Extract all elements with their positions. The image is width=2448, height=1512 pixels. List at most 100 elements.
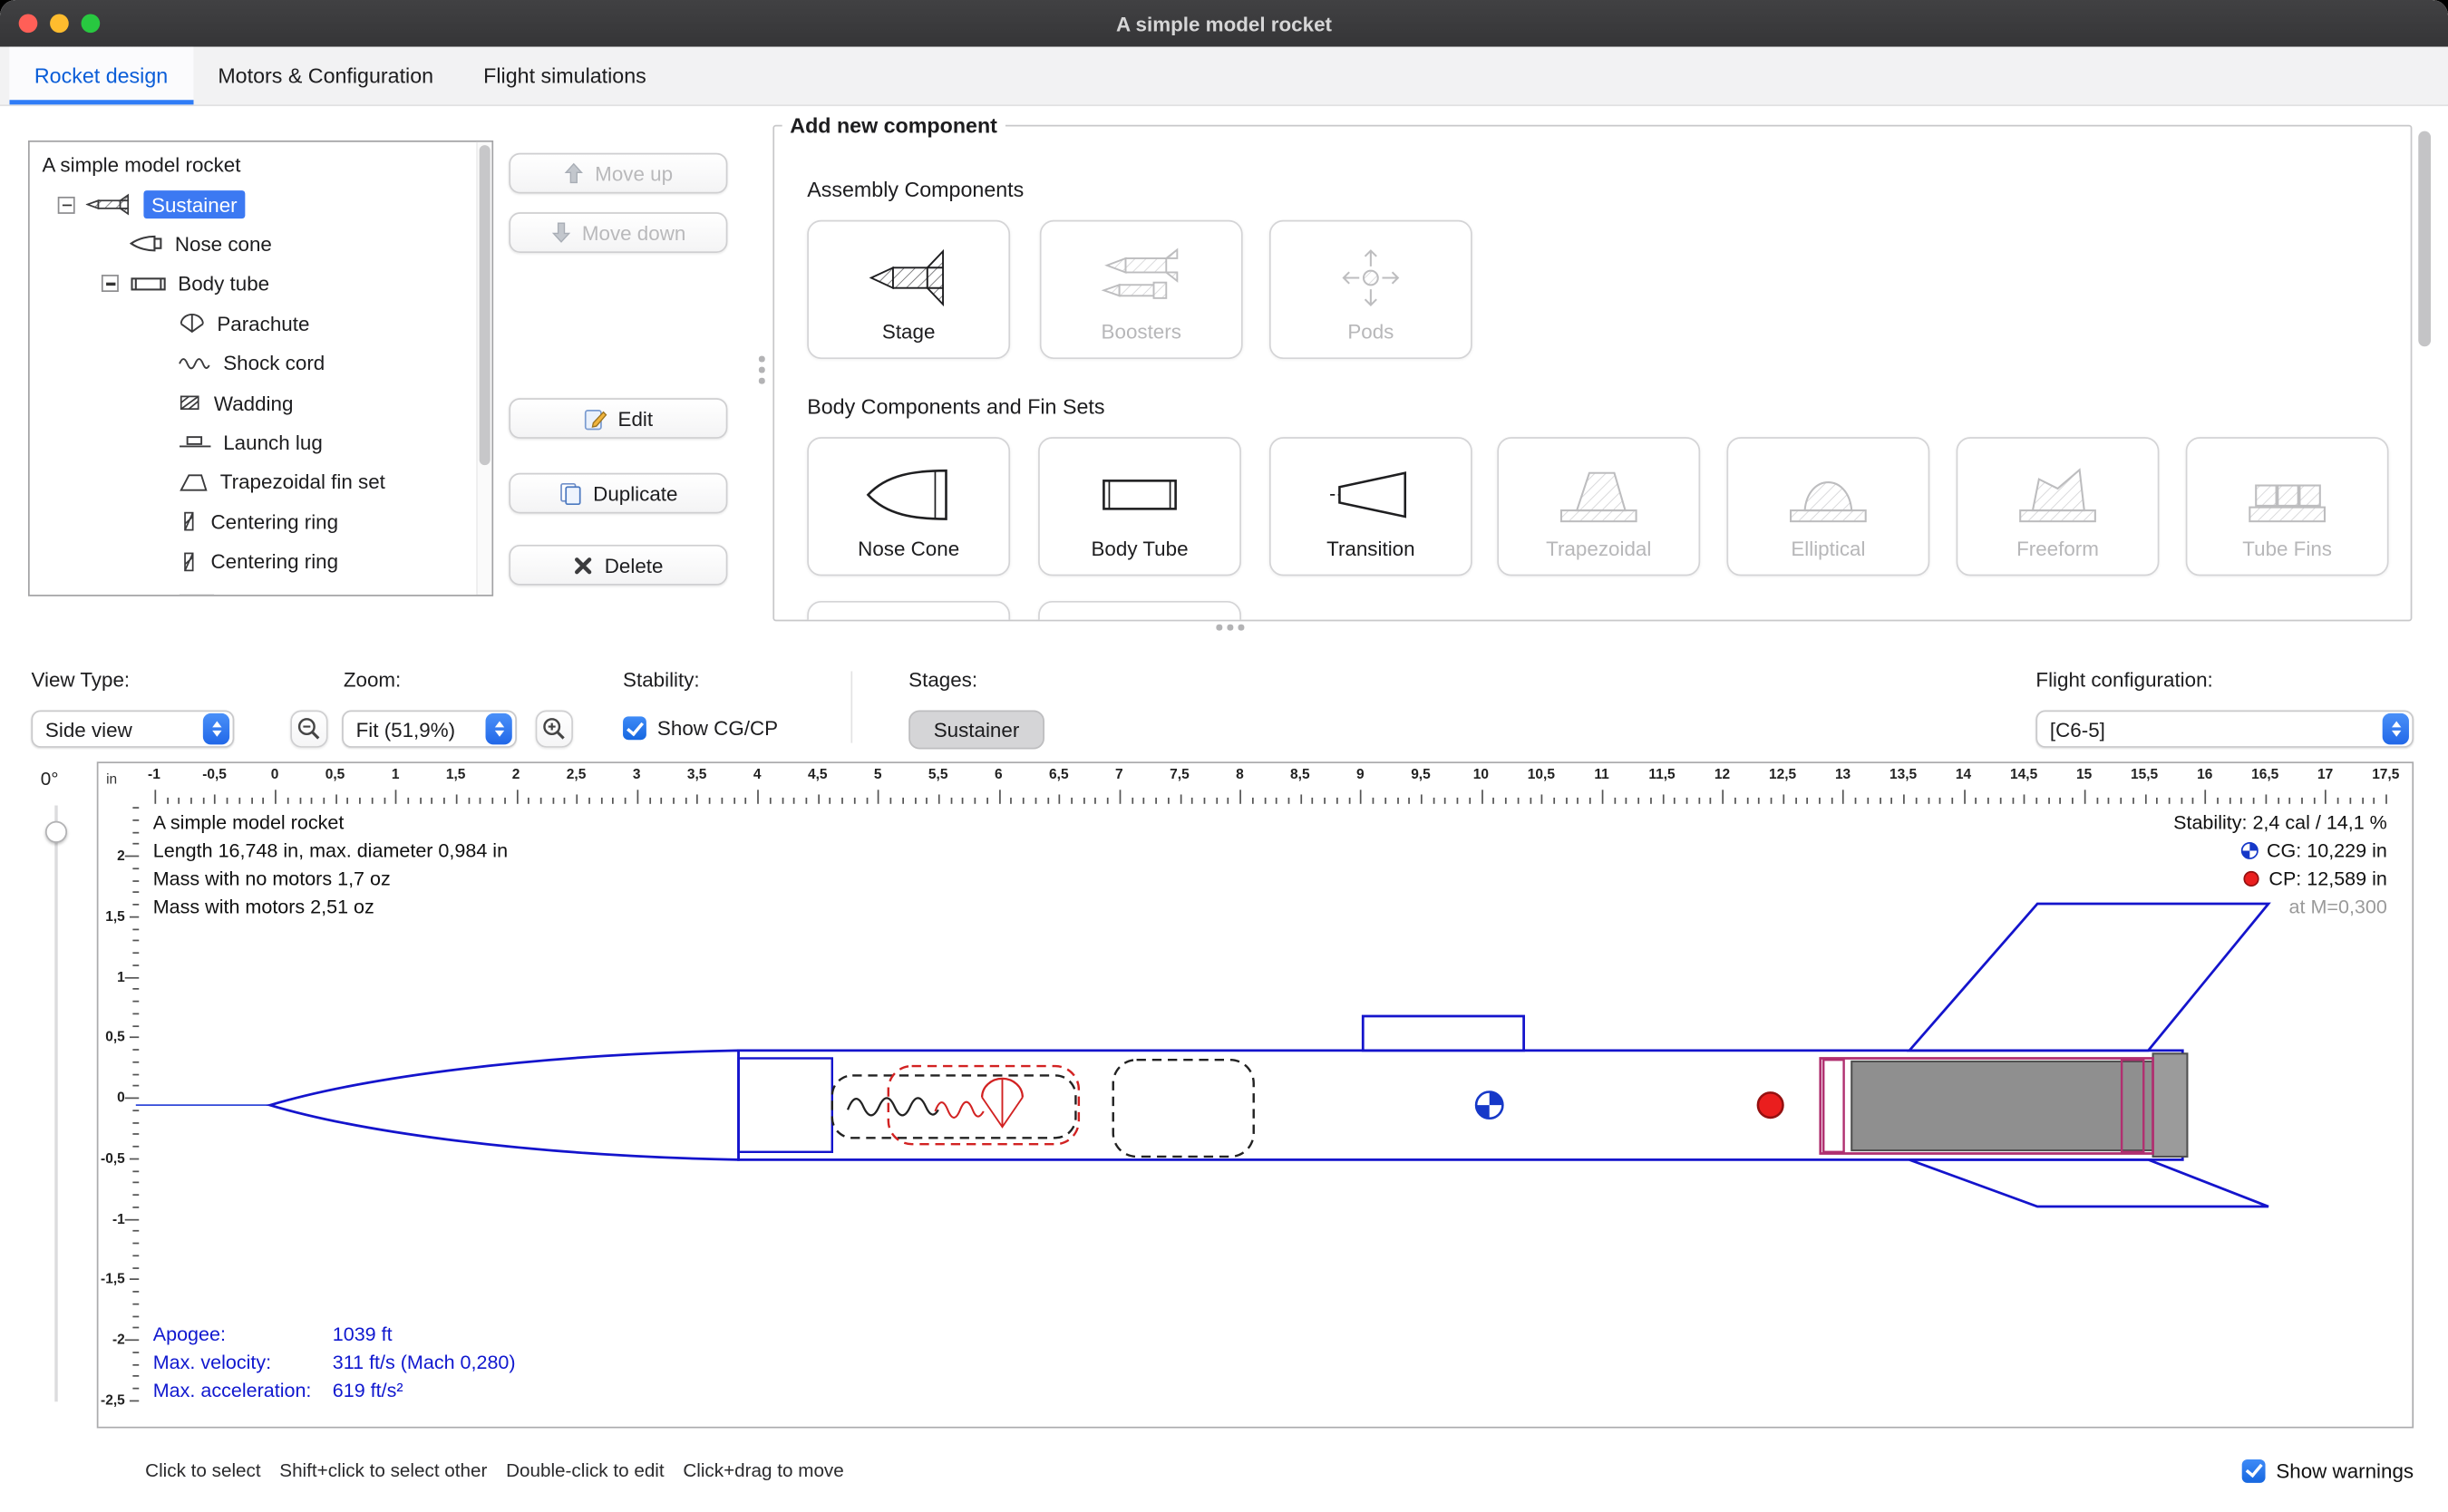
collapse-toggle-icon[interactable] xyxy=(102,276,119,293)
add-component-button-partial[interactable] xyxy=(807,601,1010,621)
tree-item-nose-cone[interactable]: Nose cone xyxy=(30,225,492,265)
tab-motors-configuration[interactable]: Motors & Configuration xyxy=(193,47,459,105)
add-tube-fins-button[interactable]: Tube Fins xyxy=(2186,437,2389,576)
launch-lug-shape[interactable] xyxy=(1363,1016,1523,1051)
tree-item-parachute[interactable]: Parachute xyxy=(30,304,492,344)
tab-bar: Rocket design Motors & Configuration Fli… xyxy=(0,47,2448,106)
apogee-value: 1039 ft xyxy=(333,1321,393,1349)
tree-scrollbar-thumb[interactable] xyxy=(479,145,490,465)
openrocket-window: A simple model rocket Rocket design Moto… xyxy=(0,0,2448,1512)
hint-double-click: Double-click to edit xyxy=(506,1459,665,1481)
freeform-fin-icon xyxy=(2011,460,2104,529)
tree-item-label: Trapezoidal fin set xyxy=(220,470,385,494)
add-component-button-partial[interactable] xyxy=(1038,601,1241,621)
tree-scrollbar[interactable] xyxy=(476,142,491,595)
zoom-select[interactable]: Fit (51,9%) xyxy=(342,710,517,747)
move-up-button[interactable]: Move up xyxy=(509,153,727,194)
add-body-tube-button[interactable]: Body Tube xyxy=(1038,437,1241,576)
transition-label: Transition xyxy=(1326,537,1414,560)
add-freeform-button[interactable]: Freeform xyxy=(1957,437,2160,576)
nose-cone-shape[interactable] xyxy=(270,1051,739,1160)
elliptical-label: Elliptical xyxy=(1791,537,1865,560)
screen: A simple model rocket Rocket design Moto… xyxy=(0,0,2448,1512)
magnifier-minus-icon xyxy=(296,716,322,741)
move-down-button[interactable]: Move down xyxy=(509,212,727,253)
cg-value: CG: 10,229 in xyxy=(2267,839,2387,861)
delete-button[interactable]: Delete xyxy=(509,545,727,586)
inner-tube-icon xyxy=(178,592,215,596)
stage-sustainer-toggle[interactable]: Sustainer xyxy=(908,710,1044,749)
add-panel-scrollbar[interactable] xyxy=(2418,131,2431,615)
fin-upper-shape[interactable] xyxy=(1909,904,2268,1051)
tree-item-label: Sustainer xyxy=(143,190,245,218)
window-title: A simple model rocket xyxy=(1116,12,1332,35)
tree-item-wadding[interactable]: Wadding xyxy=(30,383,492,422)
tree-item-shock-cord[interactable]: Shock cord xyxy=(30,344,492,383)
tab-flight-simulations[interactable]: Flight simulations xyxy=(459,47,672,105)
flight-configuration-select[interactable]: [C6-5] xyxy=(2035,710,2414,747)
view-type-select[interactable]: Side view xyxy=(31,710,234,747)
edit-button[interactable]: Edit xyxy=(509,398,727,439)
rocket-icon xyxy=(86,194,133,216)
freeform-label: Freeform xyxy=(2016,537,2099,560)
hint-click-drag: Click+drag to move xyxy=(683,1459,843,1481)
add-elliptical-button[interactable]: Elliptical xyxy=(1726,437,1929,576)
tree-item-body-tube[interactable]: Body tube xyxy=(30,264,492,304)
rocket-view-canvas[interactable]: in -1-0,500,511,522,533,544,555,566,577,… xyxy=(97,761,2414,1428)
add-nose-cone-button[interactable]: Nose Cone xyxy=(807,437,1010,576)
show-cgcp-checkbox[interactable] xyxy=(623,716,646,740)
tree-item-trapezoidal-fin-set[interactable]: Trapezoidal fin set xyxy=(30,462,492,502)
collapse-toggle-icon[interactable] xyxy=(58,196,75,213)
body-tube-icon xyxy=(1093,460,1186,529)
rotation-control: 0° xyxy=(0,761,97,1428)
motor-shape[interactable] xyxy=(1851,1061,2152,1150)
rocket-mass-empty: Mass with no motors 1,7 oz xyxy=(153,865,508,893)
stage-toggle-label: Sustainer xyxy=(934,718,1020,741)
duplicate-button[interactable]: Duplicate xyxy=(509,473,727,514)
horizontal-splitter-handle[interactable] xyxy=(1216,625,1243,630)
hint-click-select: Click to select xyxy=(145,1459,260,1481)
cp-icon xyxy=(2242,868,2261,887)
hint-shift-click: Shift+click to select other xyxy=(279,1459,487,1481)
motor-aft-shape[interactable] xyxy=(2153,1053,2188,1157)
zoom-window-button[interactable] xyxy=(82,14,101,33)
tree-item-centering-ring-1[interactable]: Centering ring xyxy=(30,502,492,542)
tree-item-partial[interactable] xyxy=(30,581,492,596)
view-type-label: View Type: xyxy=(31,668,130,692)
close-window-button[interactable] xyxy=(19,14,38,33)
acceleration-value: 619 ft/s² xyxy=(333,1377,403,1405)
delete-label: Delete xyxy=(605,553,664,577)
chevron-up-down-icon xyxy=(2383,713,2409,744)
tree-item-launch-lug[interactable]: Launch lug xyxy=(30,422,492,462)
fin-lower-shape[interactable] xyxy=(1909,1159,2268,1207)
tree-item-label: Body tube xyxy=(178,272,269,296)
flight-configuration-label: Flight configuration: xyxy=(2035,668,2212,692)
add-panel-scrollbar-thumb[interactable] xyxy=(2418,131,2431,347)
tree-item-sustainer[interactable]: Sustainer xyxy=(30,185,492,225)
add-trapezoidal-button[interactable]: Trapezoidal xyxy=(1497,437,1700,576)
edit-label: Edit xyxy=(618,407,654,431)
add-stage-button[interactable]: Stage xyxy=(807,220,1010,359)
show-cgcp-row: Show CG/CP xyxy=(623,716,778,740)
tree-item-root[interactable]: A simple model rocket xyxy=(30,145,492,185)
arrow-up-icon xyxy=(564,162,584,184)
stage-label: Stage xyxy=(882,320,936,344)
add-boosters-button[interactable]: Boosters xyxy=(1040,220,1243,359)
titlebar: A simple model rocket xyxy=(0,0,2448,47)
tree-item-label: Launch lug xyxy=(223,431,323,454)
rocket-mass-motors: Mass with motors 2,51 oz xyxy=(153,893,508,921)
zoom-in-button[interactable] xyxy=(536,710,573,747)
rotation-slider-knob[interactable] xyxy=(45,821,67,843)
add-transition-button[interactable]: Transition xyxy=(1269,437,1472,576)
tab-rocket-design[interactable]: Rocket design xyxy=(9,47,192,105)
show-warnings-checkbox[interactable] xyxy=(2241,1459,2265,1482)
tube-fins-icon xyxy=(2240,460,2334,529)
minimize-window-button[interactable] xyxy=(50,14,69,33)
zoom-out-button[interactable] xyxy=(290,710,327,747)
rotation-slider-track[interactable] xyxy=(54,806,57,1402)
add-pods-button[interactable]: Pods xyxy=(1269,220,1472,359)
vertical-splitter-handle[interactable] xyxy=(759,356,764,383)
centering-ring-icon xyxy=(178,550,199,572)
tree-item-centering-ring-2[interactable]: Centering ring xyxy=(30,541,492,581)
apogee-label: Apogee: xyxy=(153,1321,333,1349)
